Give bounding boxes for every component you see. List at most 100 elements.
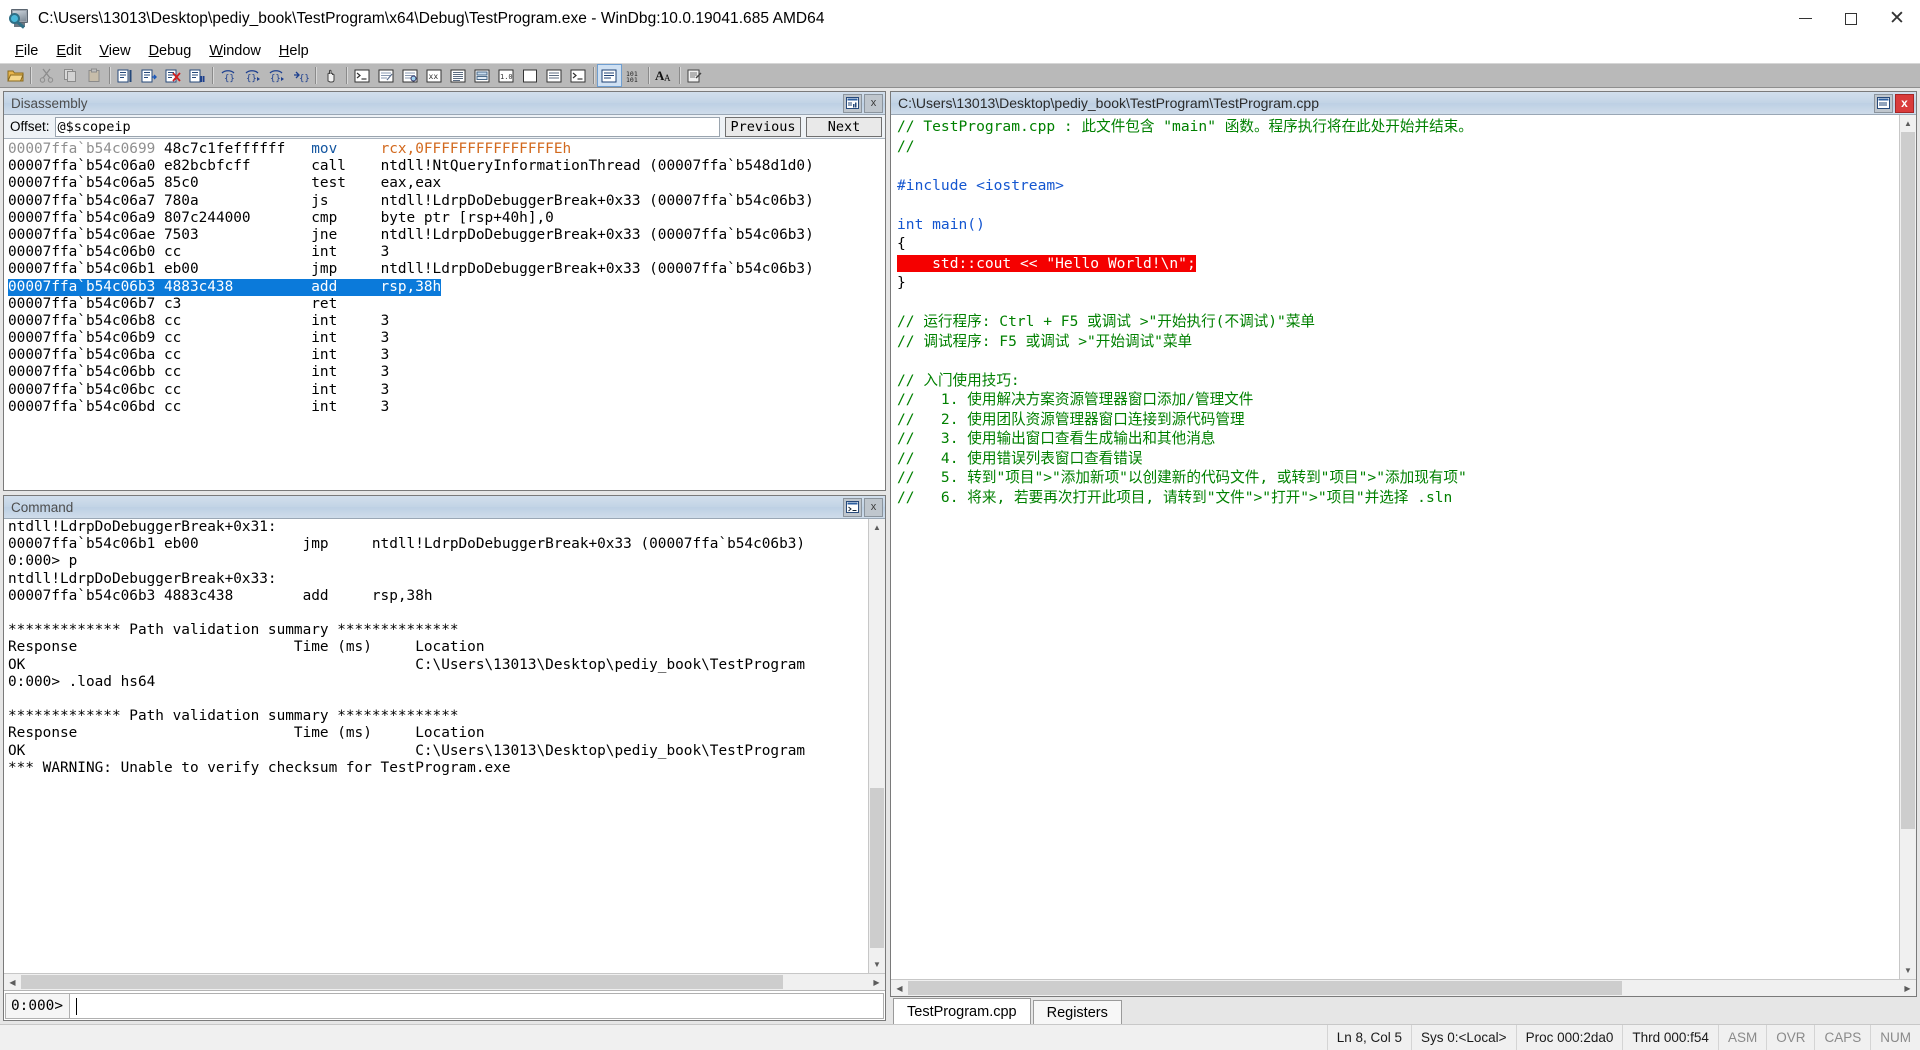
source-line[interactable] xyxy=(897,156,1899,176)
disassembly-line[interactable]: 00007ffa`b54c06b0 cc int 3 xyxy=(8,244,885,261)
disassembly-line[interactable]: 00007ffa`b54c06ba cc int 3 xyxy=(8,347,885,364)
command-hscroll-thumb[interactable] xyxy=(21,975,784,989)
source-hscroll-thumb[interactable] xyxy=(908,981,1622,995)
source-line[interactable]: int main() xyxy=(897,215,1899,235)
stop-debugging-icon[interactable] xyxy=(162,65,185,86)
locals-window-icon[interactable] xyxy=(399,65,422,86)
minimize-button[interactable] xyxy=(1782,0,1828,38)
close-icon[interactable]: x xyxy=(1895,93,1914,113)
step-into-icon[interactable]: {} xyxy=(217,65,240,86)
scroll-down-icon[interactable]: ▼ xyxy=(869,956,885,973)
source-line[interactable]: // 入门使用技巧: xyxy=(897,371,1899,391)
disassembly-line[interactable]: 00007ffa`b54c06a7 780a js ntdll!LdrpDoDe… xyxy=(8,193,885,210)
scroll-up-icon[interactable]: ▲ xyxy=(869,519,885,536)
scroll-up-icon[interactable]: ▲ xyxy=(1900,115,1916,132)
offset-input[interactable]: @$scopeip xyxy=(54,116,720,137)
scroll-left-icon[interactable]: ◀ xyxy=(891,980,908,996)
source-line-current[interactable]: std::cout << "Hello World!\n"; xyxy=(897,254,1196,272)
disassembly-line[interactable]: 00007ffa`b54c06a0 e82bcbfcff call ntdll!… xyxy=(8,158,885,175)
disassembly-code-area[interactable]: 00007ffa`b54c0699 48c7c1feffffff mov rcx… xyxy=(4,139,885,490)
command-scroll-thumb[interactable] xyxy=(870,788,884,948)
run-to-cursor-icon[interactable]: {} xyxy=(289,65,312,86)
previous-button[interactable]: Previous xyxy=(725,116,801,137)
dock-icon[interactable] xyxy=(1874,93,1893,113)
disassembly-line[interactable]: 00007ffa`b54c06b1 eb00 jmp ntdll!LdrpDoD… xyxy=(8,261,885,278)
source-caption-bar[interactable]: C:\Users\13013\Desktop\pediy_book\TestPr… xyxy=(891,92,1916,115)
disassembly-line[interactable]: 00007ffa`b54c06a9 807c244000 cmp byte pt… xyxy=(8,210,885,227)
paste-icon[interactable] xyxy=(83,65,106,86)
source-line[interactable] xyxy=(897,293,1899,313)
watch-window-icon[interactable] xyxy=(375,65,398,86)
source-line[interactable]: // xyxy=(897,137,1899,157)
command-hscroll-track[interactable] xyxy=(21,974,868,990)
options-icon[interactable] xyxy=(684,65,707,86)
close-icon[interactable]: x xyxy=(864,93,883,113)
source-line[interactable]: // 运行程序: Ctrl + F5 或调试 >"开始执行(不调试)"菜单 xyxy=(897,312,1899,332)
source-horizontal-scrollbar[interactable]: ◀ ▶ xyxy=(891,979,1916,996)
source-line[interactable]: // 调试程序: F5 或调试 >"开始调试"菜单 xyxy=(897,332,1899,352)
scroll-left-icon[interactable]: ◀ xyxy=(4,974,21,990)
cut-icon[interactable] xyxy=(35,65,58,86)
source-line[interactable]: } xyxy=(897,273,1899,293)
close-button[interactable]: ✕ xyxy=(1874,0,1920,38)
go-unhandled-icon[interactable] xyxy=(138,65,161,86)
disassembly-line[interactable]: 00007ffa`b54c06b8 cc int 3 xyxy=(8,313,885,330)
source-line[interactable]: // 3. 使用输出窗口查看生成输出和其他消息 xyxy=(897,429,1899,449)
font-icon[interactable]: AA xyxy=(653,65,676,86)
source-line[interactable]: // 6. 将来, 若要再次打开此项目, 请转到"文件">"打开">"项目"并选… xyxy=(897,488,1899,508)
scroll-right-icon[interactable]: ▶ xyxy=(868,974,885,990)
disassembly-line[interactable]: 00007ffa`b54c0699 48c7c1feffffff mov rcx… xyxy=(8,141,885,158)
command-browser-icon[interactable] xyxy=(567,65,590,86)
disassembly-line[interactable]: 00007ffa`b54c06a5 85c0 test eax,eax xyxy=(8,175,885,192)
menu-debug[interactable]: Debug xyxy=(140,41,201,61)
processes-threads-icon[interactable] xyxy=(543,65,566,86)
source-window-icon[interactable] xyxy=(596,64,622,87)
go-icon[interactable] xyxy=(114,65,137,86)
hand-icon[interactable] xyxy=(320,65,343,86)
menu-edit[interactable]: Edit xyxy=(47,41,90,61)
source-line[interactable]: // 1. 使用解决方案资源管理器窗口添加/管理文件 xyxy=(897,390,1899,410)
source-line[interactable]: { xyxy=(897,234,1899,254)
source-code-area[interactable]: // TestProgram.cpp : 此文件包含 "main" 函数。程序执… xyxy=(891,115,1916,979)
command-vertical-scrollbar[interactable]: ▲ ▼ xyxy=(868,519,885,973)
source-vertical-scrollbar[interactable]: ▲ ▼ xyxy=(1899,115,1916,979)
disassembly-line[interactable]: 00007ffa`b54c06b9 cc int 3 xyxy=(8,330,885,347)
menu-view[interactable]: View xyxy=(90,41,139,61)
source-line[interactable] xyxy=(897,195,1899,215)
command-window-icon[interactable] xyxy=(843,497,862,517)
disassembly-line[interactable]: 00007ffa`b54c06ae 7503 jne ntdll!LdrpDoD… xyxy=(8,227,885,244)
command-window-icon[interactable] xyxy=(351,65,374,86)
menu-window[interactable]: Window xyxy=(200,41,270,61)
disassembly-window-icon[interactable]: 1.0 xyxy=(495,65,518,86)
dock-icon[interactable] xyxy=(843,93,862,113)
tab-registers[interactable]: Registers xyxy=(1032,1000,1122,1024)
step-out-icon[interactable]: {} xyxy=(265,65,288,86)
disassembly-line-selected[interactable]: 00007ffa`b54c06b3 4883c438 add rsp,38h xyxy=(8,278,442,296)
source-line[interactable]: // 5. 转到"项目">"添加新项"以创建新的代码文件, 或转到"项目">"添… xyxy=(897,468,1899,488)
menu-file[interactable]: File xyxy=(6,41,47,61)
menu-help[interactable]: Help xyxy=(270,41,318,61)
call-stack-window-icon[interactable] xyxy=(471,65,494,86)
scratch-pad-icon[interactable] xyxy=(519,65,542,86)
copy-icon[interactable] xyxy=(59,65,82,86)
disassembly-line[interactable]: 00007ffa`b54c06b7 c3 ret xyxy=(8,296,885,313)
source-hscroll-track[interactable] xyxy=(908,980,1899,996)
open-executable-icon[interactable] xyxy=(4,65,27,86)
source-line[interactable] xyxy=(897,351,1899,371)
source-line[interactable]: // TestProgram.cpp : 此文件包含 "main" 函数。程序执… xyxy=(897,117,1899,137)
disassembly-caption-bar[interactable]: Disassembly x xyxy=(4,92,885,115)
scroll-right-icon[interactable]: ▶ xyxy=(1899,980,1916,996)
source-scroll-thumb[interactable] xyxy=(1901,132,1915,830)
command-caption-bar[interactable]: Command x xyxy=(4,496,885,519)
command-output-area[interactable]: ntdll!LdrpDoDebuggerBreak+0x31: 00007ffa… xyxy=(4,519,885,973)
source-line[interactable]: // 4. 使用错误列表窗口查看错误 xyxy=(897,449,1899,469)
command-scroll-track[interactable] xyxy=(869,536,885,956)
maximize-button[interactable] xyxy=(1828,0,1874,38)
source-line[interactable]: // 2. 使用团队资源管理器窗口连接到源代码管理 xyxy=(897,410,1899,430)
scroll-down-icon[interactable]: ▼ xyxy=(1900,962,1916,979)
disassembly-line[interactable]: 00007ffa`b54c06bb cc int 3 xyxy=(8,364,885,381)
registers-window-icon[interactable]: xx xyxy=(423,65,446,86)
source-line[interactable]: #include <iostream> xyxy=(897,176,1899,196)
next-button[interactable]: Next xyxy=(806,116,882,137)
numbers-icon[interactable]: 101 101 xyxy=(622,65,645,86)
